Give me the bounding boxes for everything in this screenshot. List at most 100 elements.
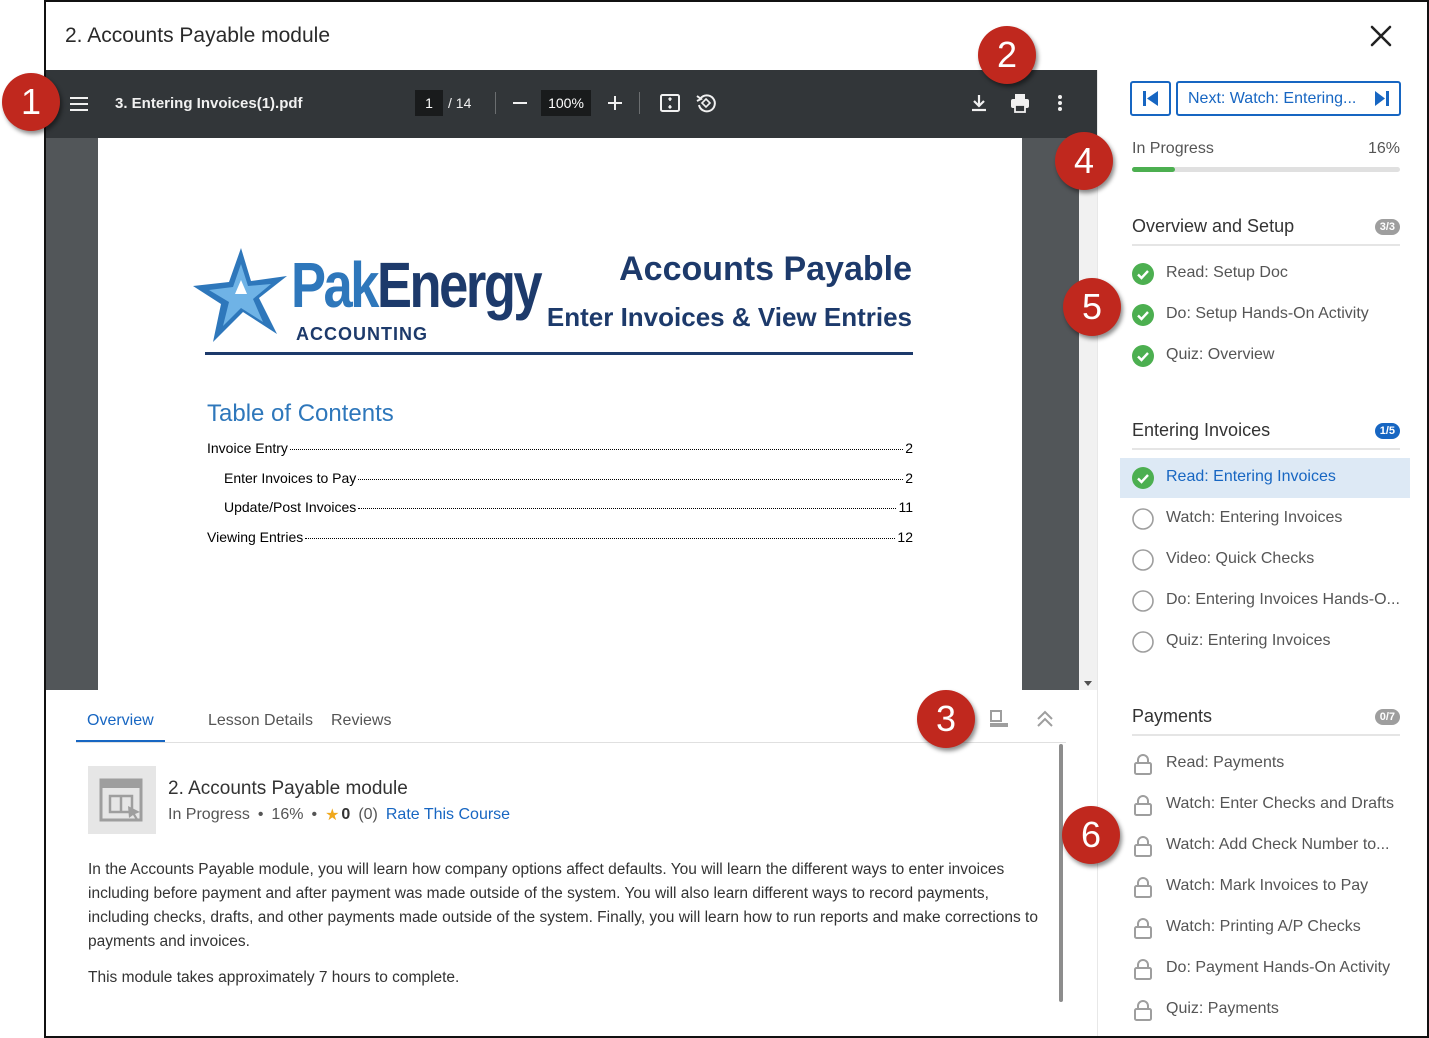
lesson-item[interactable]: Do: Entering Invoices Hands-O... bbox=[1120, 581, 1410, 621]
pdf-scrollbar[interactable] bbox=[1079, 138, 1097, 690]
zoom-in-icon[interactable] bbox=[603, 91, 627, 115]
toc-entry-page: 2 bbox=[905, 470, 913, 486]
check-circle-icon bbox=[1132, 467, 1154, 489]
toc-leader bbox=[358, 508, 897, 509]
pdf-viewport[interactable]: PakEnergy ACCOUNTING Accounts Payable En… bbox=[46, 138, 1097, 690]
lesson-item-locked[interactable]: Do: Payment Hands-On Activity bbox=[1120, 949, 1410, 989]
course-percent: 16% bbox=[271, 806, 304, 823]
toc-entry-label: Viewing Entries bbox=[207, 529, 304, 545]
pdf-toolbar: 3. Entering Invoices(1).pdf 1 / 14 100% bbox=[46, 70, 1097, 138]
lesson-item-locked[interactable]: Watch: Mark Invoices to Pay bbox=[1120, 867, 1410, 907]
download-icon[interactable] bbox=[967, 91, 991, 115]
next-lesson-button[interactable]: Next: Watch: Entering... bbox=[1176, 81, 1401, 116]
callout-3: 3 bbox=[917, 690, 975, 748]
callout-2: 2 bbox=[978, 26, 1036, 84]
lesson-item-locked[interactable]: Quiz: Payments bbox=[1120, 990, 1410, 1030]
more-icon[interactable] bbox=[1048, 91, 1072, 115]
document-subtitle: Enter Invoices & View Entries bbox=[546, 302, 912, 332]
pdf-file-name: 3. Entering Invoices(1).pdf bbox=[115, 95, 303, 112]
course-outline-sidebar: Next: Watch: Entering... In Progress 16%… bbox=[1097, 70, 1427, 1036]
lesson-item[interactable]: Read: Setup Doc bbox=[1120, 254, 1410, 294]
previous-lesson-button[interactable] bbox=[1130, 81, 1171, 116]
tab-reviews[interactable]: Reviews bbox=[331, 712, 391, 740]
lock-icon bbox=[1132, 794, 1154, 816]
check-circle-icon bbox=[1132, 304, 1154, 326]
close-icon[interactable] bbox=[1365, 20, 1397, 52]
next-lesson-label: Next: Watch: Entering... bbox=[1188, 90, 1357, 107]
overview-scrollbar[interactable] bbox=[1059, 744, 1063, 1002]
lock-icon bbox=[1132, 958, 1154, 980]
empty-circle-icon bbox=[1132, 508, 1154, 530]
tab-overview[interactable]: Overview bbox=[76, 712, 165, 742]
lesson-item[interactable]: Video: Quick Checks bbox=[1120, 540, 1410, 580]
toc-entry: Invoice Entry 2 bbox=[207, 440, 913, 456]
lesson-item-current[interactable]: Read: Entering Invoices bbox=[1120, 458, 1410, 498]
brand-logo-text: PakEnergy bbox=[291, 248, 543, 322]
brand-sub: ACCOUNTING bbox=[296, 324, 428, 344]
scroll-down-icon[interactable] bbox=[1083, 675, 1093, 686]
lesson-item[interactable]: Do: Setup Hands-On Activity bbox=[1120, 295, 1410, 335]
toc-entry-page: 2 bbox=[905, 440, 913, 456]
lesson-item[interactable]: Watch: Entering Invoices bbox=[1120, 499, 1410, 539]
lesson-item-locked[interactable]: Read: Payments bbox=[1120, 744, 1410, 784]
empty-circle-icon bbox=[1132, 549, 1154, 571]
rate-course-link[interactable]: Rate This Course bbox=[386, 806, 510, 824]
callout-6: 6 bbox=[1062, 806, 1120, 864]
print-icon[interactable] bbox=[1008, 91, 1032, 115]
meta-separator: • bbox=[311, 806, 318, 823]
lesson-label: Video: Quick Checks bbox=[1166, 550, 1315, 567]
progress-bar bbox=[1132, 167, 1400, 172]
lesson-item[interactable]: Quiz: Overview bbox=[1120, 336, 1410, 376]
lesson-label: Watch: Entering Invoices bbox=[1166, 509, 1343, 526]
lesson-label: Watch: Enter Checks and Drafts bbox=[1166, 795, 1394, 812]
course-status: In Progress bbox=[168, 806, 250, 823]
lesson-item[interactable]: Quiz: Entering Invoices bbox=[1120, 622, 1410, 662]
pakenergy-logo-icon bbox=[191, 246, 291, 346]
toc-entry-label: Update/Post Invoices bbox=[224, 499, 357, 515]
rotate-icon[interactable] bbox=[694, 91, 718, 115]
lesson-label: Do: Payment Hands-On Activity bbox=[1166, 959, 1391, 976]
lock-icon bbox=[1132, 835, 1154, 857]
layout-toggle-icon[interactable] bbox=[988, 708, 1010, 730]
menu-icon[interactable] bbox=[68, 93, 90, 115]
lesson-label: Quiz: Payments bbox=[1166, 1000, 1279, 1017]
header-rule bbox=[205, 352, 913, 355]
lock-icon bbox=[1132, 917, 1154, 939]
lesson-label: Do: Entering Invoices Hands-O... bbox=[1166, 591, 1400, 608]
section-title: Payments bbox=[1132, 706, 1213, 726]
tab-lesson-details[interactable]: Lesson Details bbox=[208, 712, 313, 740]
toolbar-divider bbox=[639, 92, 640, 114]
section-progress-badge: 0/7 bbox=[1374, 709, 1400, 725]
course-rating: 0 bbox=[341, 806, 351, 823]
modal-title: 2. Accounts Payable module bbox=[65, 24, 331, 47]
lesson-label: Quiz: Entering Invoices bbox=[1166, 632, 1331, 649]
toc-entry: Enter Invoices to Pay 2 bbox=[224, 470, 913, 486]
section-title: Overview and Setup bbox=[1132, 216, 1295, 236]
zoom-level-input[interactable]: 100% bbox=[541, 90, 591, 116]
lesson-item-locked[interactable]: Watch: Enter Checks and Drafts bbox=[1120, 785, 1410, 825]
lesson-label: Watch: Add Check Number to... bbox=[1166, 836, 1390, 853]
toc-entry-page: 11 bbox=[898, 499, 913, 515]
collapse-up-icon[interactable] bbox=[1034, 708, 1056, 730]
toc-entry-page: 12 bbox=[897, 529, 913, 545]
section-header-payments[interactable]: Payments 0/7 bbox=[1132, 706, 1400, 736]
skip-next-icon bbox=[1375, 91, 1389, 106]
section-header-entering-invoices[interactable]: Entering Invoices 1/5 bbox=[1132, 420, 1400, 450]
toolbar-divider bbox=[495, 92, 496, 114]
lesson-item-locked[interactable]: Watch: Printing A/P Checks bbox=[1120, 908, 1410, 948]
section-header-overview-setup[interactable]: Overview and Setup 3/3 bbox=[1132, 216, 1400, 246]
rating-count: (0) bbox=[358, 806, 378, 823]
lesson-item-locked[interactable]: Watch: Add Check Number to... bbox=[1120, 826, 1410, 866]
lock-icon bbox=[1132, 999, 1154, 1021]
zoom-out-icon[interactable] bbox=[508, 91, 532, 115]
toc-entry-label: Enter Invoices to Pay bbox=[224, 470, 357, 486]
callout-5: 5 bbox=[1063, 278, 1121, 336]
toc-entry: Update/Post Invoices 11 bbox=[224, 499, 913, 515]
toc-title: Table of Contents bbox=[207, 400, 394, 427]
page-total: / 14 bbox=[448, 95, 472, 111]
fit-page-icon[interactable] bbox=[658, 91, 682, 115]
page-number-input[interactable]: 1 bbox=[415, 90, 443, 116]
star-icon: ★ bbox=[325, 807, 340, 824]
document-title: Accounts Payable bbox=[619, 250, 912, 288]
lesson-label: Read: Setup Doc bbox=[1166, 264, 1288, 281]
